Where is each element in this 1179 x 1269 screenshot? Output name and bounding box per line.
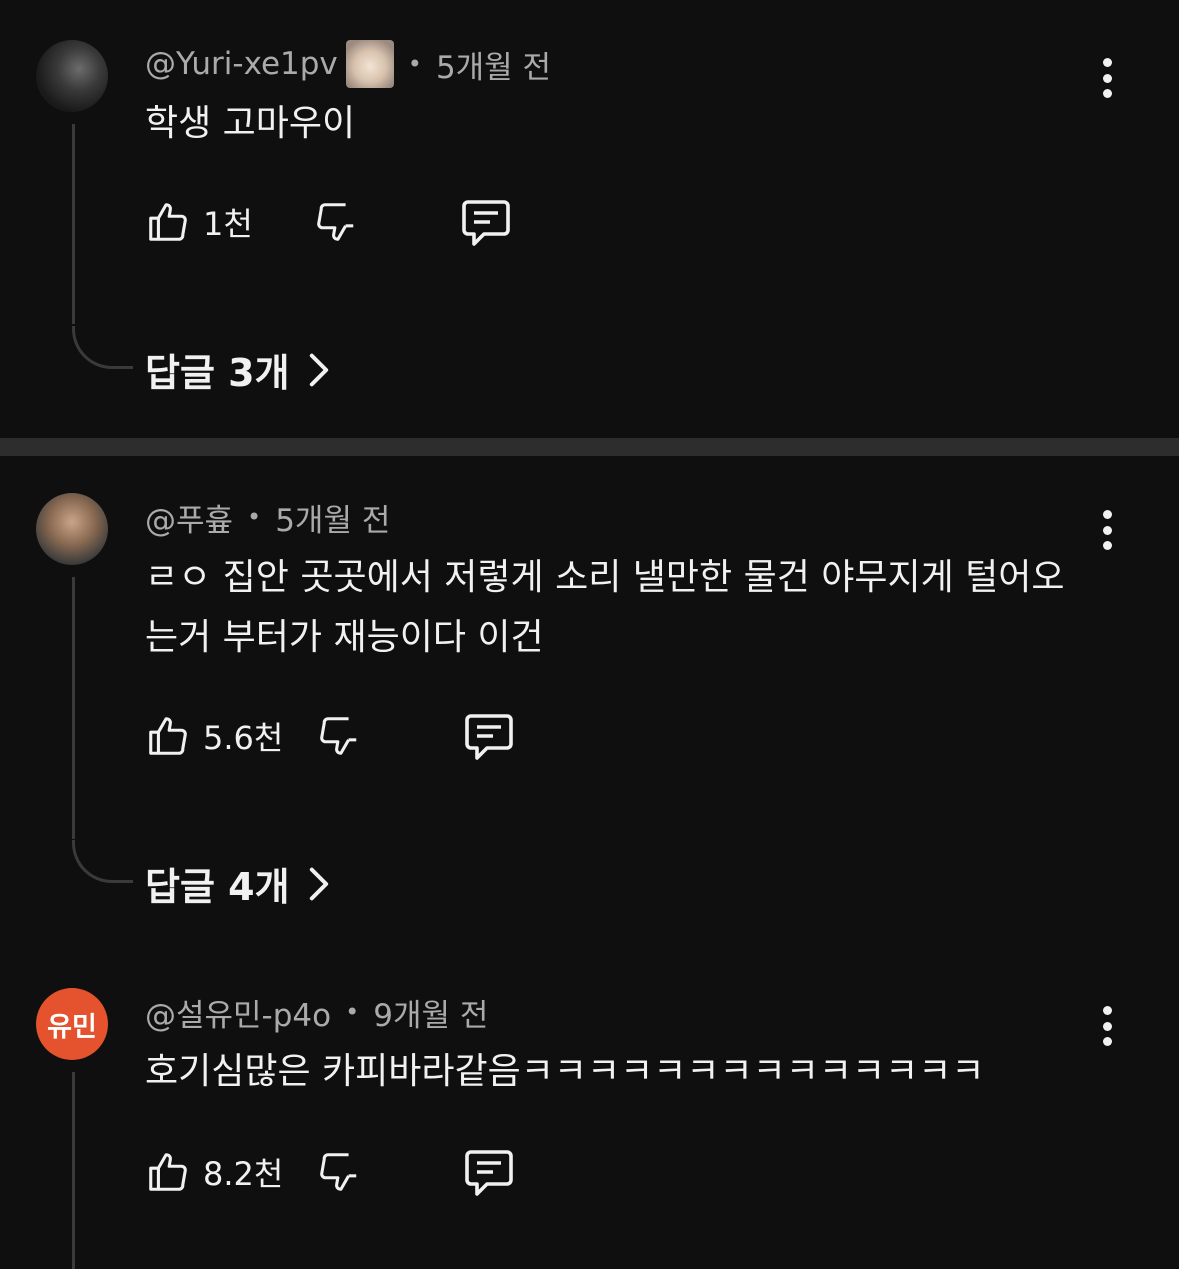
- comment-author[interactable]: @Yuri-xe1pv: [145, 46, 338, 82]
- thumbs-down-icon: [317, 203, 354, 241]
- comment-author[interactable]: @푸흎: [145, 495, 233, 540]
- comment-time: 5개월 전: [275, 502, 391, 539]
- comment-time: 9개월 전: [373, 997, 489, 1034]
- more-options-button[interactable]: [1093, 1002, 1121, 1050]
- comment-meta: @푸흎 • 5개월 전: [145, 493, 390, 541]
- reply-button[interactable]: [463, 1148, 515, 1198]
- more-vertical-icon: [1102, 1006, 1112, 1015]
- dislike-button[interactable]: [313, 198, 359, 246]
- comment-actions: 1천: [145, 196, 253, 248]
- comment-meta: @설유민-p4o • 9개월 전: [145, 988, 488, 1036]
- separator-dot: •: [345, 998, 360, 1026]
- thumbs-up-icon: [149, 1153, 187, 1191]
- view-replies-button[interactable]: 답글 3개: [145, 342, 330, 397]
- thumbs-up-icon: [149, 717, 187, 755]
- like-count: 1천: [203, 205, 253, 243]
- comment-text: 호기심많은 카피바라같음ㅋㅋㅋㅋㅋㅋㅋㅋㅋㅋㅋㅋㅋㅋ: [145, 1051, 985, 1092]
- avatar[interactable]: [36, 493, 108, 565]
- like-button[interactable]: 1천: [145, 198, 253, 246]
- chevron-right-icon: [309, 353, 328, 386]
- thumbs-down-icon: [320, 717, 357, 755]
- view-replies-button[interactable]: 답글 4개: [145, 856, 330, 911]
- more-vertical-icon: [1102, 58, 1112, 67]
- comment-actions: 8.2천: [145, 1146, 283, 1198]
- member-badge-icon: [345, 40, 394, 88]
- section-divider: [0, 438, 1179, 456]
- thread-line: [72, 1072, 75, 1269]
- separator-dot: •: [247, 503, 262, 531]
- dislike-button[interactable]: [316, 1148, 362, 1196]
- separator-dot: •: [407, 50, 422, 78]
- comment-meta: @Yuri-xe1pv • 5개월 전: [145, 40, 551, 88]
- replies-label: 답글 4개: [145, 865, 290, 909]
- comment-author[interactable]: @설유민-p4o: [145, 990, 331, 1035]
- like-count: 5.6천: [203, 719, 284, 757]
- like-button[interactable]: 8.2천: [145, 1148, 283, 1196]
- reply-button[interactable]: [463, 712, 515, 762]
- comment-time: 5개월 전: [435, 49, 552, 86]
- comment-icon: [465, 1150, 513, 1196]
- more-options-button[interactable]: [1093, 54, 1121, 102]
- comment-icon: [462, 200, 510, 246]
- more-options-button[interactable]: [1093, 506, 1121, 554]
- like-count: 8.2천: [203, 1155, 284, 1193]
- more-vertical-icon: [1102, 510, 1112, 519]
- thumbs-up-icon: [149, 203, 187, 241]
- comment-icon: [465, 714, 513, 760]
- thumbs-down-icon: [320, 1153, 357, 1191]
- replies-label: 답글 3개: [145, 351, 290, 395]
- avatar[interactable]: 유민: [36, 988, 108, 1060]
- dislike-button[interactable]: [316, 712, 362, 760]
- thread-line: [72, 124, 75, 324]
- like-button[interactable]: 5.6천: [145, 712, 283, 760]
- thread-curve: [72, 326, 133, 369]
- chevron-right-icon: [309, 867, 328, 900]
- thread-curve: [72, 840, 133, 883]
- comment-actions: 5.6천: [145, 710, 283, 762]
- avatar[interactable]: [36, 40, 108, 112]
- thread-line: [72, 577, 75, 839]
- comment-text: ㄹㅇ 집안 곳곳에서 저렇게 소리 낼만한 물건 야무지게 털어오는거 부터가 …: [145, 557, 1065, 658]
- comment-text: 학생 고마우이: [145, 103, 356, 144]
- reply-button[interactable]: [460, 198, 512, 248]
